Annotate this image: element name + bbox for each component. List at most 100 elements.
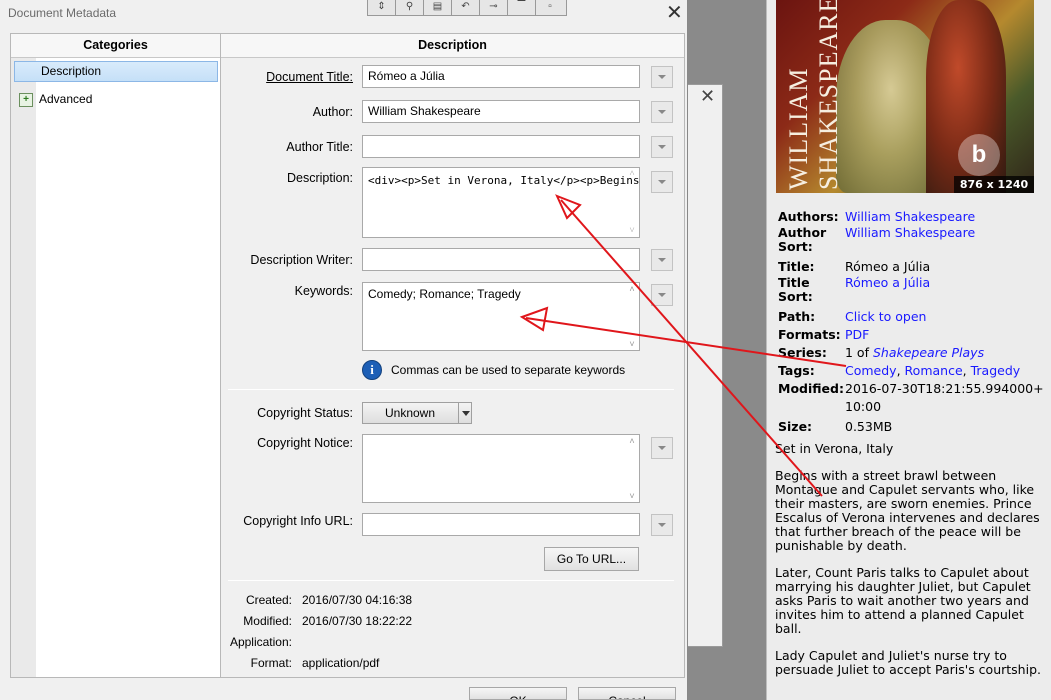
category-advanced[interactable]: Advanced	[39, 91, 92, 107]
keywords-dropdown-button[interactable]	[651, 284, 673, 306]
description-writer-label: Description Writer:	[250, 253, 353, 267]
categories-header: Categories	[11, 34, 220, 58]
modified-value: 2016/07/30 18:22:22	[302, 614, 413, 628]
advanced-plus-icon[interactable]: +	[19, 93, 33, 107]
document-title-field[interactable]: Rómeo a Júlia	[362, 65, 640, 88]
series-link[interactable]: Shakepeare Plays	[873, 345, 984, 360]
format-pdf-link[interactable]: PDF	[845, 326, 1048, 344]
description-paragraph: Lady Capulet and Juliet's nurse try to p…	[775, 648, 1041, 677]
authors-key: Authors:	[778, 209, 839, 224]
description-text: <div><p>Set in Verona, Italy</p><p>Begin…	[368, 174, 640, 187]
size-key: Size:	[778, 419, 813, 434]
go-to-url-button[interactable]: Go To URL...	[544, 547, 639, 571]
scroll-up-icon[interactable]: ˄	[627, 436, 637, 446]
description-scrollbar[interactable]: ˄ ˅	[626, 169, 638, 236]
tag-link[interactable]: Comedy	[845, 363, 897, 378]
author-sort-key: Author Sort:	[778, 225, 827, 254]
author-field[interactable]: William Shakespeare	[362, 100, 640, 123]
close-icon[interactable]: ✕	[666, 3, 683, 23]
watermark-logo-icon: b	[958, 134, 1000, 176]
authors-link[interactable]: William Shakespeare	[845, 208, 1048, 226]
copyright-notice-scrollbar[interactable]: ˄ ˅	[626, 436, 638, 501]
document-title-dropdown-button[interactable]	[651, 66, 673, 88]
scroll-down-icon[interactable]: ˅	[627, 491, 637, 501]
copyright-status-select[interactable]: Unknown	[362, 402, 472, 424]
arrows-icon[interactable]: ⇕	[368, 0, 396, 15]
title-value: Rómeo a Júlia	[845, 259, 931, 274]
undo-icon[interactable]: ↶	[452, 0, 480, 15]
save-icon[interactable]: ▤	[424, 0, 452, 15]
title-sort-link[interactable]: Rómeo a Júlia	[845, 276, 1048, 304]
book-info: Authors: William Shakespeare Author Sort:…	[778, 208, 1048, 436]
description-pane: Description	[221, 33, 685, 678]
tags-key: Tags:	[778, 363, 815, 378]
categories-gutter	[11, 58, 36, 677]
minimize-icon[interactable]: ▔	[508, 0, 536, 15]
author-title-label: Author Title:	[286, 140, 353, 154]
dialog-title: Document Metadata	[8, 6, 117, 20]
document-title-label-text: Document Title:	[266, 70, 353, 84]
modified-key: Modified:	[778, 381, 844, 396]
ok-button[interactable]: OK	[469, 687, 567, 700]
author-label: Author:	[312, 105, 353, 119]
scroll-down-icon[interactable]: ˅	[627, 339, 637, 349]
author-title-dropdown-button[interactable]	[651, 136, 673, 158]
plug-icon[interactable]: ⊸	[480, 0, 508, 15]
cover-title: WILLIAM SHAKESPEARE	[784, 0, 843, 190]
categories-pane: Categories Description + Advanced	[10, 33, 221, 678]
author-title-field[interactable]	[362, 135, 640, 158]
tag-link[interactable]: Romance	[905, 363, 963, 378]
copyright-notice-textarea[interactable]: ˄ ˅	[362, 434, 640, 503]
copyright-url-field[interactable]	[362, 513, 640, 536]
modified-value: 2016-07-30T18:21:55.994000+10:00	[845, 381, 1044, 414]
keywords-text: Comedy; Romance; Tragedy	[368, 287, 521, 301]
restore-icon[interactable]: ▫	[536, 0, 564, 15]
divider	[228, 389, 674, 390]
description-header: Description	[221, 34, 684, 58]
keywords-label: Keywords:	[294, 284, 353, 298]
scroll-down-icon[interactable]: ˅	[627, 226, 637, 236]
keywords-scrollbar[interactable]: ˄ ˅	[626, 284, 638, 349]
cancel-button[interactable]: Cancel	[578, 687, 676, 700]
title-key: Title:	[778, 259, 815, 274]
description-label: Description:	[287, 171, 353, 185]
info-icon: i	[362, 360, 382, 380]
chevron-down-icon[interactable]	[458, 403, 472, 423]
floating-toolbar: ⇕ ⚲ ▤ ↶ ⊸ ▔ ▫	[367, 0, 567, 16]
tag-separator: ,	[896, 363, 901, 378]
copyright-status-value: Unknown	[384, 406, 436, 420]
description-dropdown-button[interactable]	[651, 171, 673, 193]
pin-icon[interactable]: ⚲	[396, 0, 424, 15]
copyright-notice-label: Copyright Notice:	[257, 436, 353, 450]
description-paragraph: Begins with a street brawl between Monta…	[775, 468, 1040, 553]
description-textarea[interactable]: <div><p>Set in Verona, Italy</p><p>Begin…	[362, 167, 640, 238]
path-link[interactable]: Click to open	[845, 308, 1048, 326]
copyright-url-dropdown-button[interactable]	[651, 514, 673, 536]
scroll-up-icon[interactable]: ˄	[627, 284, 637, 294]
path-key: Path:	[778, 309, 816, 324]
application-label: Application:	[229, 635, 292, 649]
author-sort-link[interactable]: William Shakespeare	[845, 226, 1048, 254]
tag-separator: ,	[962, 363, 967, 378]
category-description[interactable]: Description	[14, 61, 218, 82]
description-writer-field[interactable]	[362, 248, 640, 271]
tag-link[interactable]: Tragedy	[971, 363, 1021, 378]
created-label: Created:	[245, 593, 292, 607]
close-icon[interactable]: ✕	[700, 86, 715, 107]
document-metadata-dialog: Document Metadata ⇕ ⚲ ▤ ↶ ⊸ ▔ ▫ ✕ Catego…	[0, 0, 688, 700]
cover-size-badge: 876 x 1240	[954, 176, 1034, 193]
copyright-status-label: Copyright Status:	[257, 406, 353, 420]
created-value: 2016/07/30 04:16:38	[302, 593, 413, 607]
author-dropdown-button[interactable]	[651, 101, 673, 123]
series-index: 1 of	[845, 345, 869, 360]
keywords-hint: Commas can be used to separate keywords	[391, 363, 626, 377]
book-description: Set in Verona, Italy Begins with a stree…	[775, 442, 1045, 690]
divider	[228, 580, 674, 581]
scroll-up-icon[interactable]: ˄	[627, 169, 637, 179]
keywords-textarea[interactable]: Comedy; Romance; Tragedy ˄ ˅	[362, 282, 640, 351]
description-writer-dropdown-button[interactable]	[651, 249, 673, 271]
format-value: application/pdf	[302, 656, 380, 670]
copyright-url-label: Copyright Info URL:	[243, 514, 353, 528]
document-title-label: Document Title:	[213, 70, 353, 84]
copyright-notice-dropdown-button[interactable]	[651, 437, 673, 459]
